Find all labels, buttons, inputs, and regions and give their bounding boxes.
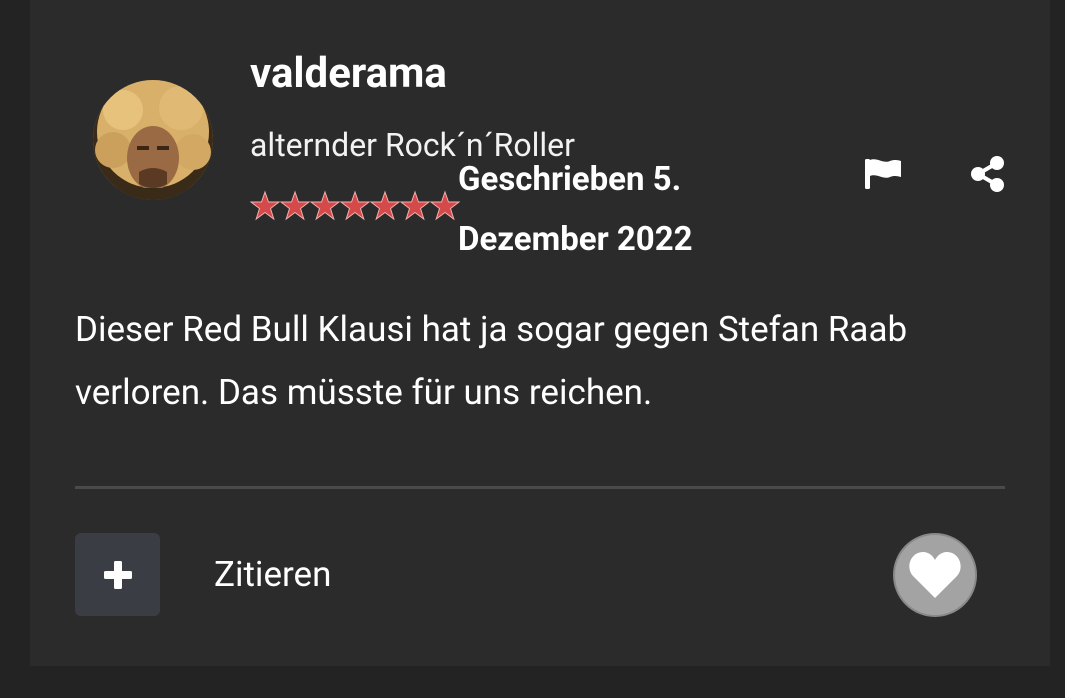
post-content: Dieser Red Bull Klausi hat ja sogar gege… — [75, 309, 908, 413]
rank-star-icon — [250, 190, 280, 221]
like-button[interactable] — [893, 533, 977, 617]
quote-button[interactable]: Zitieren — [214, 548, 331, 602]
rank-star-icon — [310, 190, 340, 221]
rank-star-icon — [280, 190, 310, 221]
share-icon — [971, 156, 1004, 192]
share-button[interactable] — [964, 150, 1012, 198]
rank-star-icon — [340, 190, 370, 221]
post-divider — [75, 486, 1005, 489]
heart-icon — [909, 552, 961, 598]
rank-star-icon — [370, 190, 400, 221]
author-username[interactable]: valderama — [250, 48, 447, 100]
multiquote-button[interactable] — [75, 533, 160, 616]
author-avatar[interactable] — [93, 80, 213, 200]
forum-post: valderama alternder Rock´n´Roller Geschr… — [30, 0, 1050, 666]
rank-star-icon — [430, 190, 460, 221]
plus-icon — [103, 560, 132, 589]
rank-star-icon — [400, 190, 430, 221]
report-button[interactable] — [859, 150, 907, 198]
author-rank-stars — [250, 190, 460, 226]
avatar-photo-icon — [93, 80, 213, 200]
post-date[interactable]: Geschrieben 5. Dezember 2022 — [458, 150, 788, 270]
flag-icon — [865, 159, 901, 189]
